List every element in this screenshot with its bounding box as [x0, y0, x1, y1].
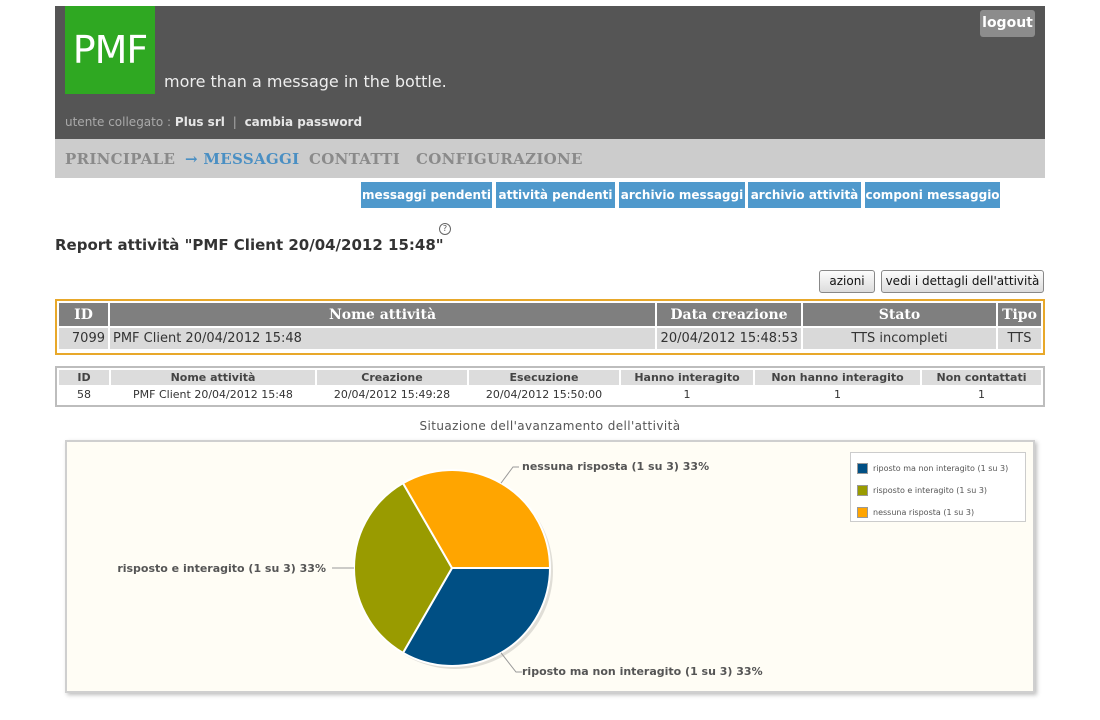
col-id: ID	[59, 303, 108, 326]
page-title: Report attività "PMF Client 20/04/2012 1…	[55, 236, 444, 254]
main-nav: PRINCIPALE → MESSAGGI CONTATTI CONFIGURA…	[55, 139, 1045, 178]
cell-stato: TTS incompleti	[803, 328, 996, 349]
legend-swatch-1	[857, 485, 868, 496]
subnav-componi-messaggio[interactable]: componi messaggio	[865, 182, 1000, 208]
pie-label-2: nessuna risposta (1 su 3) 33%	[522, 460, 709, 473]
pie-label-0: riposto ma non interagito (1 su 3) 33%	[522, 665, 763, 678]
subnav-archivio-attivita[interactable]: archivio attività	[748, 182, 861, 208]
tagline: more than a message in the bottle.	[164, 72, 447, 91]
header: PMF more than a message in the bottle. l…	[55, 6, 1045, 139]
chart-panel: riposto ma non interagito (1 su 3) 33% ri…	[65, 440, 1035, 693]
details-button[interactable]: vedi i dettagli dell'attività	[881, 270, 1044, 293]
azioni-button[interactable]: azioni	[819, 270, 875, 293]
legend-item: nessuna risposta (1 su 3)	[857, 506, 974, 520]
detail-row: 58 PMF Client 20/04/2012 15:48 20/04/201…	[59, 387, 1041, 402]
legend-swatch-2	[857, 507, 868, 518]
logout-button[interactable]: logout	[980, 10, 1035, 37]
detail-col-esecuzione: Esecuzione	[469, 370, 619, 385]
detail-table: ID Nome attività Creazione Esecuzione Ha…	[55, 366, 1045, 407]
cell-data: 20/04/2012 15:48:53	[657, 328, 801, 349]
cell-tipo: TTS	[998, 328, 1041, 349]
chart-legend: riposto ma non interagito (1 su 3) rispo…	[850, 452, 1026, 522]
detail-col-id: ID	[59, 370, 109, 385]
nav-principale[interactable]: PRINCIPALE	[65, 150, 175, 168]
help-icon[interactable]: ?	[439, 223, 451, 235]
table-header-row: ID Nome attività Data creazione Stato Ti…	[59, 303, 1041, 326]
user-name: Plus srl	[174, 115, 225, 129]
subnav-messaggi-pendenti[interactable]: messaggi pendenti	[361, 182, 492, 208]
nav-messaggi[interactable]: → MESSAGGI	[185, 150, 299, 168]
detail-cell-id: 58	[77, 388, 91, 401]
chart-title: Situazione dell'avanzamento dell'attivit…	[419, 419, 681, 433]
logo: PMF	[65, 6, 155, 94]
change-password-link[interactable]: cambia password	[245, 115, 363, 129]
legend-label: risposto e interagito (1 su 3)	[873, 486, 988, 495]
cell-nome: PMF Client 20/04/2012 15:48	[110, 328, 655, 349]
cell-id: 7099	[59, 328, 108, 349]
nav-contatti[interactable]: CONTATTI	[309, 150, 400, 168]
legend-swatch-0	[857, 463, 868, 474]
detail-col-non-hanno: Non hanno interagito	[755, 370, 920, 385]
detail-header-row: ID Nome attività Creazione Esecuzione Ha…	[59, 370, 1041, 385]
col-stato: Stato	[803, 303, 996, 326]
nav-configurazione[interactable]: CONFIGURAZIONE	[416, 150, 583, 168]
detail-cell-nome: PMF Client 20/04/2012 15:48	[133, 388, 293, 401]
detail-cell-creazione: 20/04/2012 15:49:28	[333, 388, 451, 401]
legend-label: riposto ma non interagito (1 su 3)	[873, 464, 1009, 473]
detail-col-hanno: Hanno interagito	[621, 370, 753, 385]
user-label: utente collegato :	[65, 115, 172, 129]
detail-cell-non-contattati: 1	[978, 388, 985, 401]
col-data: Data creazione	[657, 303, 801, 326]
legend-label: nessuna risposta (1 su 3)	[873, 508, 975, 517]
legend-item: risposto e interagito (1 su 3)	[857, 484, 987, 498]
detail-col-nome: Nome attività	[111, 370, 315, 385]
detail-cell-esecuzione: 20/04/2012 15:50:00	[485, 388, 603, 401]
pie-label-1: risposto e interagito (1 su 3) 33%	[117, 562, 326, 575]
col-tipo: Tipo	[998, 303, 1041, 326]
detail-col-creazione: Creazione	[317, 370, 467, 385]
col-nome: Nome attività	[110, 303, 655, 326]
legend-item: riposto ma non interagito (1 su 3)	[857, 462, 1008, 476]
user-info: utente collegato : Plus srl | cambia pas…	[65, 115, 362, 129]
user-separator: |	[232, 115, 237, 129]
pie-leader-2	[500, 466, 519, 484]
table-row: 7099 PMF Client 20/04/2012 15:48 20/04/2…	[59, 328, 1041, 349]
activity-table: ID Nome attività Data creazione Stato Ti…	[55, 299, 1045, 355]
subnav-archivio-messaggi[interactable]: archivio messaggi	[619, 182, 745, 208]
detail-cell-hanno: 1	[683, 388, 691, 401]
detail-col-non-contattati: Non contattati	[922, 370, 1041, 385]
subnav-attivita-pendenti[interactable]: attività pendenti	[496, 182, 615, 208]
detail-cell-non-hanno: 1	[834, 388, 841, 401]
